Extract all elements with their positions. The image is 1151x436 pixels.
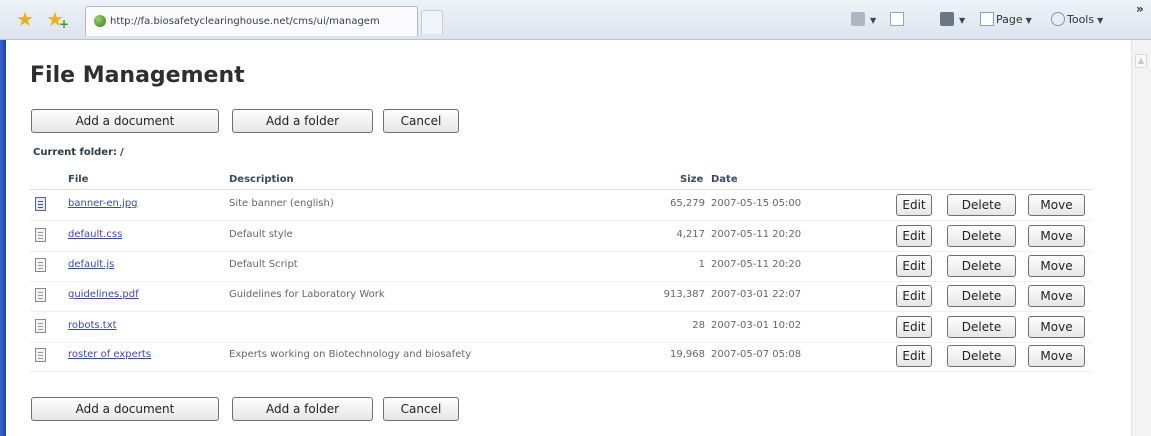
file-size: 19,968 [670,349,705,360]
toolbar-overflow-chevron-icon[interactable]: » [1136,2,1144,16]
move-button[interactable]: Move [1028,255,1085,277]
text-file-icon [35,258,46,272]
delete-button[interactable]: Delete [947,316,1016,338]
browser-tab[interactable]: http://fa.biosafetyclearinghouse.net/cms… [85,6,418,36]
current-folder-value: / [120,147,124,158]
add-favorite-icon[interactable]: ★ [44,8,69,35]
file-description: Experts working on Biotechnology and bio… [229,349,472,360]
print-button[interactable]: ▼ [940,11,965,29]
edit-button[interactable]: Edit [896,255,932,277]
file-size: 1 [698,259,705,270]
mail-icon [890,12,904,26]
file-description: Guidelines for Laboratory Work [229,289,385,300]
image-file-icon [35,197,46,211]
column-header-date[interactable]: Date [711,173,738,187]
chevron-down-icon: ▼ [1097,16,1104,25]
file-size: 4,217 [676,229,705,240]
file-link[interactable]: roster of experts [68,348,151,362]
file-description: Default Script [229,259,298,270]
file-size: 65,279 [670,198,705,209]
file-size: 913,387 [663,289,705,300]
file-link[interactable]: guidelines.pdf [68,288,139,302]
add-folder-button[interactable]: Add a folder [232,109,373,133]
move-button[interactable]: Move [1028,316,1085,338]
file-date: 2007-05-07 05:08 [711,349,802,360]
page-title: File Management [30,63,245,88]
scroll-up-arrow-icon[interactable]: ▲ [1135,54,1147,68]
file-link[interactable]: robots.txt [68,319,117,333]
favorites-star-icon[interactable]: ★ [14,8,36,30]
file-date: 2007-03-01 22:07 [711,289,802,300]
table-header-row: File Description Size Date [30,170,1092,190]
column-header-file[interactable]: File [68,173,88,187]
chevron-down-icon: ▼ [870,16,877,25]
text-file-icon [35,288,46,302]
new-tab-button[interactable] [421,10,443,34]
move-button[interactable]: Move [1028,225,1085,247]
chevron-down-icon: ▼ [1025,16,1032,25]
text-file-icon [35,228,46,242]
vertical-scrollbar[interactable]: ▲ [1131,40,1151,436]
delete-button[interactable]: Delete [947,255,1016,277]
delete-button[interactable]: Delete [947,345,1016,367]
file-date: 2007-03-01 10:02 [711,320,802,331]
file-link[interactable]: default.js [68,258,114,272]
add-folder-button-bottom[interactable]: Add a folder [232,397,373,421]
current-folder: Current folder: / [33,146,124,160]
current-folder-label: Current folder: [33,147,118,158]
chevron-down-icon: ▼ [959,16,966,25]
move-button[interactable]: Move [1028,285,1085,307]
tab-title: http://fa.biosafetyclearinghouse.net/cms… [110,16,380,27]
feeds-button[interactable]: ▼ [851,11,876,29]
column-header-size[interactable]: Size [680,173,703,187]
cancel-button-bottom[interactable]: Cancel [383,397,459,421]
tools-gear-icon [1051,12,1065,26]
delete-button[interactable]: Delete [947,194,1016,216]
tools-menu[interactable]: Tools ▼ [1051,11,1103,29]
file-date: 2007-05-11 20:20 [711,229,802,240]
read-mail-button[interactable] [890,11,906,29]
edit-button[interactable]: Edit [896,345,932,367]
feeds-icon [851,12,865,26]
file-date: 2007-05-15 05:00 [711,198,802,209]
file-description: Site banner (english) [229,198,334,209]
window-frame-left [0,40,6,436]
text-file-icon [35,319,46,333]
file-link[interactable]: banner-en.jpg [68,197,138,211]
site-favicon-icon [94,15,106,27]
file-size: 28 [692,320,705,331]
table-row: banner-en.jpg Site banner (english) 65,2… [30,191,1092,221]
print-icon [940,12,954,26]
delete-button[interactable]: Delete [947,285,1016,307]
table-row: robots.txt 28 2007-03-01 10:02 Edit Dele… [30,313,1092,343]
file-description: Default style [229,229,293,240]
add-document-button-bottom[interactable]: Add a document [31,397,219,421]
edit-button[interactable]: Edit [896,285,932,307]
column-header-description[interactable]: Description [229,173,294,187]
cancel-button[interactable]: Cancel [383,109,459,133]
table-row: default.js Default Script 1 2007-05-11 2… [30,252,1092,282]
table-row: default.css Default style 4,217 2007-05-… [30,222,1092,252]
text-file-icon [35,348,46,362]
delete-button[interactable]: Delete [947,225,1016,247]
edit-button[interactable]: Edit [896,194,932,216]
browser-toolbar: ★ ★ http://fa.biosafetyclearinghouse.net… [0,0,1151,40]
edit-button[interactable]: Edit [896,225,932,247]
page-icon [980,12,994,26]
tools-menu-label: Tools [1067,13,1095,26]
table-row: roster of experts Experts working on Bio… [30,342,1092,372]
page-menu-label: Page [996,13,1023,26]
table-row: guidelines.pdf Guidelines for Laboratory… [30,282,1092,312]
file-date: 2007-05-11 20:20 [711,259,802,270]
move-button[interactable]: Move [1028,345,1085,367]
edit-button[interactable]: Edit [896,316,932,338]
file-link[interactable]: default.css [68,228,122,242]
page-menu[interactable]: Page ▼ [980,11,1032,29]
add-document-button[interactable]: Add a document [31,109,219,133]
move-button[interactable]: Move [1028,194,1085,216]
